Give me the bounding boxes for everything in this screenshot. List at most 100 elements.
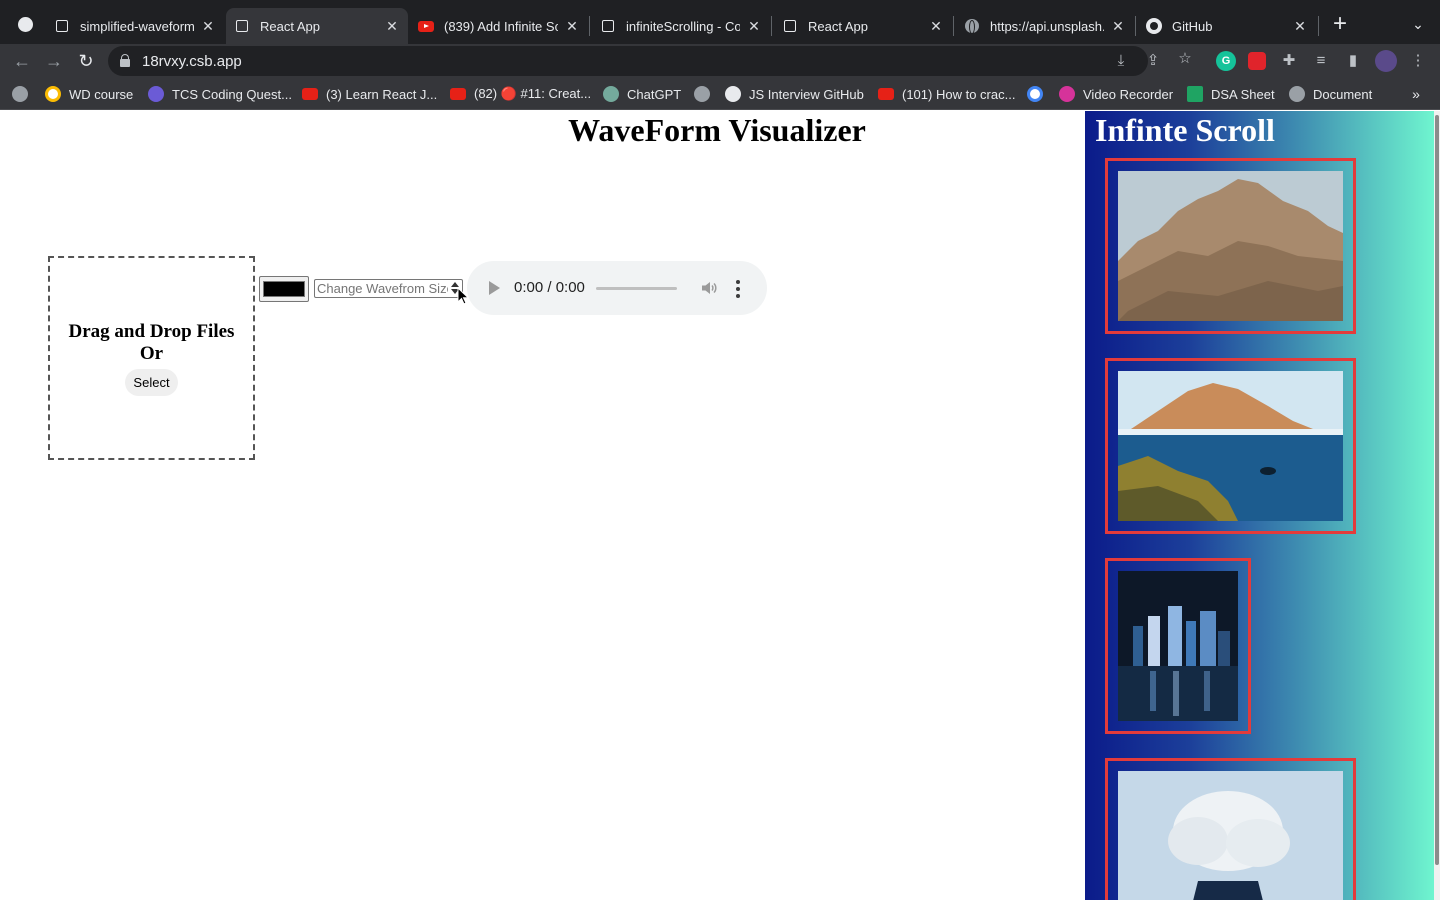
bookmark-label: (82) 🔴 #11: Creat... xyxy=(474,86,592,101)
bookmark-label: TCS Coding Quest... xyxy=(172,86,292,102)
tab-separator xyxy=(1318,16,1319,36)
close-icon[interactable]: ✕ xyxy=(200,18,216,34)
codesandbox-icon xyxy=(54,18,70,34)
tab-title: (839) Add Infinite Sc xyxy=(444,18,558,34)
bookmark-google[interactable] xyxy=(1027,84,1051,104)
extensions-puzzle-icon[interactable]: ✚ xyxy=(1280,52,1298,70)
color-swatch-fill xyxy=(263,281,305,297)
close-icon[interactable]: ✕ xyxy=(564,18,580,34)
cliff-image xyxy=(1118,171,1343,321)
tab-separator xyxy=(1135,16,1136,36)
profile-avatar[interactable] xyxy=(1375,50,1397,72)
tab-title: simplified-waveform- xyxy=(80,18,194,34)
waveform-size-placeholder: Change Wavefrom Size xyxy=(317,281,448,296)
bookmark-globe-2[interactable] xyxy=(694,84,718,104)
tab-title: React App xyxy=(808,18,868,34)
bookmark-dsa-sheet[interactable]: DSA Sheet xyxy=(1187,84,1275,104)
youtube-icon xyxy=(878,88,894,100)
grammarly-extension-icon[interactable]: G xyxy=(1216,51,1236,71)
browser-tabstrip: simplified-waveform- ✕ React App ✕ (839)… xyxy=(0,0,1440,44)
waveform-size-input[interactable]: Change Wavefrom Size xyxy=(314,279,463,298)
back-icon[interactable]: ← xyxy=(10,49,34,73)
chevron-down-icon[interactable]: ⌄ xyxy=(1406,12,1430,36)
audio-player: 0:00 / 0:00 xyxy=(467,261,767,315)
bookmark-video-recorder[interactable]: Video Recorder xyxy=(1059,84,1173,104)
close-icon[interactable]: ✕ xyxy=(1292,18,1308,34)
globe-icon xyxy=(1289,86,1305,102)
youtube-icon xyxy=(418,18,434,34)
bookmark-learn-react[interactable]: (3) Learn React J... xyxy=(302,84,437,104)
lock-icon[interactable] xyxy=(120,54,130,67)
volume-icon[interactable] xyxy=(700,279,718,297)
bookmark-creat[interactable]: (82) 🔴 #11: Creat... xyxy=(450,84,591,104)
bookmark-js-interview[interactable]: JS Interview GitHub xyxy=(725,84,864,104)
play-icon[interactable] xyxy=(489,281,500,295)
chatgpt-icon xyxy=(603,86,619,102)
media-controls-icon[interactable]: ≡ xyxy=(1312,52,1330,70)
kebab-menu-icon[interactable]: ⋮ xyxy=(1409,52,1427,70)
codesandbox-icon xyxy=(234,18,250,34)
bookmark-label: WD course xyxy=(69,86,134,102)
tab-simplified-waveform[interactable]: simplified-waveform- ✕ xyxy=(46,8,224,44)
browser-toolbar: ← → ↻ 18rvxy.csb.app ⤓ ⇪ ☆ G ✚ ≡ ▮ ⋮ xyxy=(0,44,1440,78)
close-icon[interactable]: ✕ xyxy=(746,18,762,34)
image-card xyxy=(1105,358,1356,534)
address-bar[interactable]: 18rvxy.csb.app ⤓ ⇪ xyxy=(108,46,1159,76)
pdf-extension-icon[interactable] xyxy=(1248,52,1266,70)
github-icon xyxy=(725,86,741,102)
page-scrollbar[interactable] xyxy=(1434,111,1440,900)
youtube-icon xyxy=(302,88,318,100)
side-panel-icon[interactable]: ▮ xyxy=(1344,52,1362,70)
codesandbox-icon xyxy=(600,18,616,34)
bookmark-globe[interactable] xyxy=(12,84,36,104)
tab-github[interactable]: GitHub ✕ xyxy=(1138,8,1316,44)
audio-seek-bar[interactable] xyxy=(596,287,677,290)
tab-react-app[interactable]: React App ✕ xyxy=(774,8,952,44)
scrollbar-thumb[interactable] xyxy=(1435,115,1439,865)
codesandbox-icon xyxy=(782,18,798,34)
bookmark-document[interactable]: Document xyxy=(1289,84,1372,104)
image-card xyxy=(1105,158,1356,334)
install-app-icon[interactable]: ⤓ xyxy=(1112,52,1130,70)
waveform-color-picker[interactable] xyxy=(259,276,309,302)
bookmark-chatgpt[interactable]: ChatGPT xyxy=(603,84,681,104)
tab-add-infinite-scroll[interactable]: (839) Add Infinite Sc ✕ xyxy=(410,8,588,44)
select-file-button[interactable]: Select xyxy=(125,368,178,396)
bookmark-label: (3) Learn React J... xyxy=(326,86,438,102)
forward-icon[interactable]: → xyxy=(42,49,66,73)
tab-title: https://api.unsplash. xyxy=(990,18,1104,34)
bookmark-label: DSA Sheet xyxy=(1211,86,1275,102)
bookmarks-overflow-icon[interactable]: » xyxy=(1406,84,1426,104)
tab-react-app-active[interactable]: React App ✕ xyxy=(226,8,408,44)
bookmark-star-icon[interactable]: ☆ xyxy=(1176,50,1194,68)
island-reef-image xyxy=(1118,371,1343,521)
google-icon xyxy=(1027,86,1043,102)
bookmark-tcs-coding[interactable]: TCS Coding Quest... xyxy=(148,84,292,104)
wd-icon xyxy=(45,86,61,102)
mouse-cursor-icon xyxy=(457,287,469,305)
tab-title: GitHub xyxy=(1172,18,1213,34)
bookmark-label: (101) How to crac... xyxy=(902,86,1016,102)
audio-more-options-icon[interactable] xyxy=(735,279,741,298)
new-tab-icon[interactable]: + xyxy=(1328,12,1352,36)
tab-separator xyxy=(589,16,590,36)
window-menu-icon[interactable] xyxy=(18,17,33,32)
reload-icon[interactable]: ↻ xyxy=(74,49,98,73)
tab-infinite-scrolling[interactable]: infiniteScrolling - Co ✕ xyxy=(592,8,770,44)
tcs-icon xyxy=(148,86,164,102)
infinite-scroll-panel[interactable]: Infinte Scroll xyxy=(1085,111,1434,900)
close-icon[interactable]: ✕ xyxy=(1110,18,1126,34)
url-text[interactable]: 18rvxy.csb.app xyxy=(142,53,242,70)
sheet-icon xyxy=(1187,86,1203,102)
close-icon[interactable]: ✕ xyxy=(928,18,944,34)
tab-unsplash-api[interactable]: https://api.unsplash. ✕ xyxy=(956,8,1134,44)
bookmark-how-to-crack[interactable]: (101) How to crac... xyxy=(878,84,1015,104)
dropzone-text: Drag and Drop Files xyxy=(68,320,235,342)
bookmark-label: Video Recorder xyxy=(1083,86,1174,102)
audio-time: 0:00 / 0:00 xyxy=(514,279,585,296)
bookmark-wd-course[interactable]: WD course xyxy=(45,84,133,104)
file-dropzone[interactable]: Drag and Drop Files Or Select xyxy=(48,256,255,460)
tab-separator xyxy=(771,16,772,36)
share-icon[interactable]: ⇪ xyxy=(1144,52,1162,70)
close-icon[interactable]: ✕ xyxy=(384,18,400,34)
